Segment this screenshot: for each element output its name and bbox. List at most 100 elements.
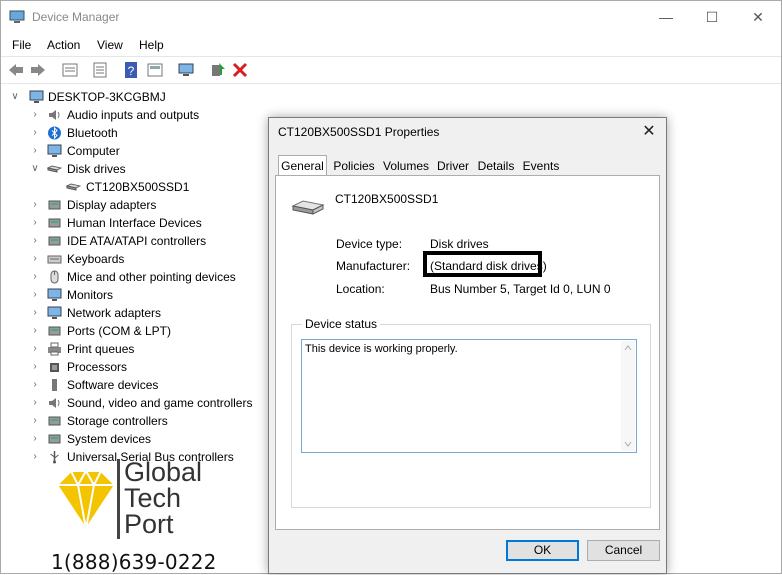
- device-status-text: This device is working properly.: [305, 343, 458, 355]
- display-adapter-icon: [48, 200, 61, 210]
- tree-item-label: Ports (COM & LPT): [67, 324, 172, 338]
- cancel-button[interactable]: Cancel: [587, 540, 660, 561]
- tree-item-label: IDE ATA/ATAPI controllers: [67, 234, 207, 248]
- printer-icon: [48, 342, 61, 356]
- device-status-textbox[interactable]: This device is working properly.: [301, 339, 637, 453]
- status-scrollbar[interactable]: [621, 341, 635, 451]
- tree-child-item[interactable]: CT120BX500SSD1: [1, 178, 269, 196]
- device-manager-icon: [9, 10, 25, 23]
- network-adapter-icon: [47, 306, 62, 319]
- tree-item-label: Keyboards: [67, 252, 125, 266]
- minimize-button[interactable]: —: [643, 1, 689, 33]
- update-driver-icon[interactable]: [209, 61, 227, 79]
- tree-category[interactable]: › Computer: [1, 142, 269, 160]
- tree-category[interactable]: › Bluetooth: [1, 124, 269, 142]
- tree-category[interactable]: › Human Interface Devices: [1, 214, 269, 232]
- tab-driver[interactable]: Driver: [435, 157, 471, 176]
- properties-view-icon[interactable]: [61, 61, 79, 79]
- tree-category[interactable]: › Keyboards: [1, 250, 269, 268]
- tree-category[interactable]: › Mice and other pointing devices: [1, 268, 269, 286]
- tree-item-label: System devices: [67, 432, 152, 446]
- chevron-right-icon[interactable]: ›: [30, 268, 40, 286]
- tree-item-label: Sound, video and game controllers: [67, 396, 253, 410]
- tab-general[interactable]: General: [278, 155, 327, 176]
- tree-item-label: Audio inputs and outputs: [67, 108, 200, 122]
- tree-category[interactable]: › Ports (COM & LPT): [1, 322, 269, 340]
- mouse-icon: [50, 270, 59, 284]
- tree-item-label: Print queues: [67, 342, 135, 356]
- tree-category[interactable]: › Print queues: [1, 340, 269, 358]
- chevron-right-icon[interactable]: ›: [30, 322, 40, 340]
- chevron-right-icon[interactable]: ›: [30, 394, 40, 412]
- tree-category[interactable]: ∨ Disk drives: [1, 160, 269, 178]
- close-button[interactable]: ✕: [735, 1, 781, 33]
- window-title: Device Manager: [32, 10, 120, 24]
- chevron-right-icon[interactable]: ›: [30, 106, 40, 124]
- tree-category[interactable]: › Monitors: [1, 286, 269, 304]
- tree-category[interactable]: › System devices: [1, 430, 269, 448]
- chevron-down-icon[interactable]: ∨: [10, 88, 20, 106]
- tree-category[interactable]: › Audio inputs and outputs: [1, 106, 269, 124]
- show-hidden-icon[interactable]: [146, 61, 164, 79]
- tab-policies[interactable]: Policies: [331, 157, 377, 176]
- chevron-right-icon[interactable]: ›: [30, 304, 40, 322]
- tree-category[interactable]: › IDE ATA/ATAPI controllers: [1, 232, 269, 250]
- dialog-close-button[interactable]: ✕: [638, 122, 660, 142]
- tree-item-label: Network adapters: [67, 306, 162, 320]
- tree-category[interactable]: › Sound, video and game controllers: [1, 394, 269, 412]
- dialog-title: CT120BX500SSD1 Properties: [278, 125, 440, 139]
- scan-hardware-icon[interactable]: [177, 61, 195, 79]
- ide-controller-icon: [48, 236, 61, 246]
- chevron-right-icon[interactable]: ›: [30, 412, 40, 430]
- properties-dialog: CT120BX500SSD1 Properties ✕ General Poli…: [268, 117, 667, 574]
- chevron-right-icon[interactable]: ›: [30, 286, 40, 304]
- chevron-right-icon[interactable]: ›: [30, 340, 40, 358]
- tab-volumes[interactable]: Volumes: [381, 157, 431, 176]
- chevron-down-icon[interactable]: ∨: [30, 160, 40, 178]
- chevron-right-icon[interactable]: ›: [30, 232, 40, 250]
- menu-action[interactable]: Action: [47, 38, 80, 52]
- chevron-right-icon[interactable]: ›: [30, 250, 40, 268]
- menu-file[interactable]: File: [12, 38, 31, 52]
- hid-icon: [48, 218, 61, 228]
- chevron-right-icon[interactable]: ›: [30, 196, 40, 214]
- tree-root[interactable]: ∨ DESKTOP-3KCGBMJ: [1, 88, 269, 106]
- menu-bar: File Action View Help: [1, 34, 781, 56]
- chevron-right-icon[interactable]: ›: [30, 448, 40, 466]
- forward-arrow-icon[interactable]: [29, 61, 47, 79]
- tree-category[interactable]: › Display adapters: [1, 196, 269, 214]
- manufacturer-label: Manufacturer:: [336, 259, 411, 273]
- tree-item-label: Display adapters: [67, 198, 157, 212]
- tree-category[interactable]: › Network adapters: [1, 304, 269, 322]
- tree-category[interactable]: › Software devices: [1, 376, 269, 394]
- menu-view[interactable]: View: [97, 38, 123, 52]
- bluetooth-icon: [48, 126, 61, 140]
- back-arrow-icon[interactable]: [7, 61, 25, 79]
- tree-category[interactable]: › Storage controllers: [1, 412, 269, 430]
- ok-button[interactable]: OK: [506, 540, 579, 561]
- tab-details[interactable]: Details: [477, 157, 515, 176]
- chevron-right-icon[interactable]: ›: [30, 430, 40, 448]
- disk-drive-icon: [66, 183, 81, 191]
- computer-icon: [29, 90, 44, 103]
- list-view-icon[interactable]: [91, 61, 109, 79]
- chevron-right-icon[interactable]: ›: [30, 124, 40, 142]
- monitor-icon: [47, 288, 62, 301]
- chevron-right-icon[interactable]: ›: [30, 214, 40, 232]
- chevron-right-icon[interactable]: ›: [30, 142, 40, 160]
- menu-help[interactable]: Help: [139, 38, 164, 52]
- tree-category[interactable]: › Processors: [1, 358, 269, 376]
- uninstall-device-icon[interactable]: [231, 61, 249, 79]
- toolbar: ?: [1, 56, 781, 84]
- maximize-button[interactable]: ☐: [689, 1, 735, 33]
- logo-word-port: Port: [124, 509, 174, 539]
- tab-events[interactable]: Events: [521, 157, 561, 176]
- speaker-icon: [49, 110, 60, 120]
- help-icon[interactable]: ?: [122, 61, 140, 79]
- tree-item-label: Software devices: [67, 378, 159, 392]
- tree-item-label: Human Interface Devices: [67, 216, 202, 230]
- location-value: Bus Number 5, Target Id 0, LUN 0: [430, 282, 611, 296]
- chevron-right-icon[interactable]: ›: [30, 376, 40, 394]
- location-label: Location:: [336, 282, 385, 296]
- chevron-right-icon[interactable]: ›: [30, 358, 40, 376]
